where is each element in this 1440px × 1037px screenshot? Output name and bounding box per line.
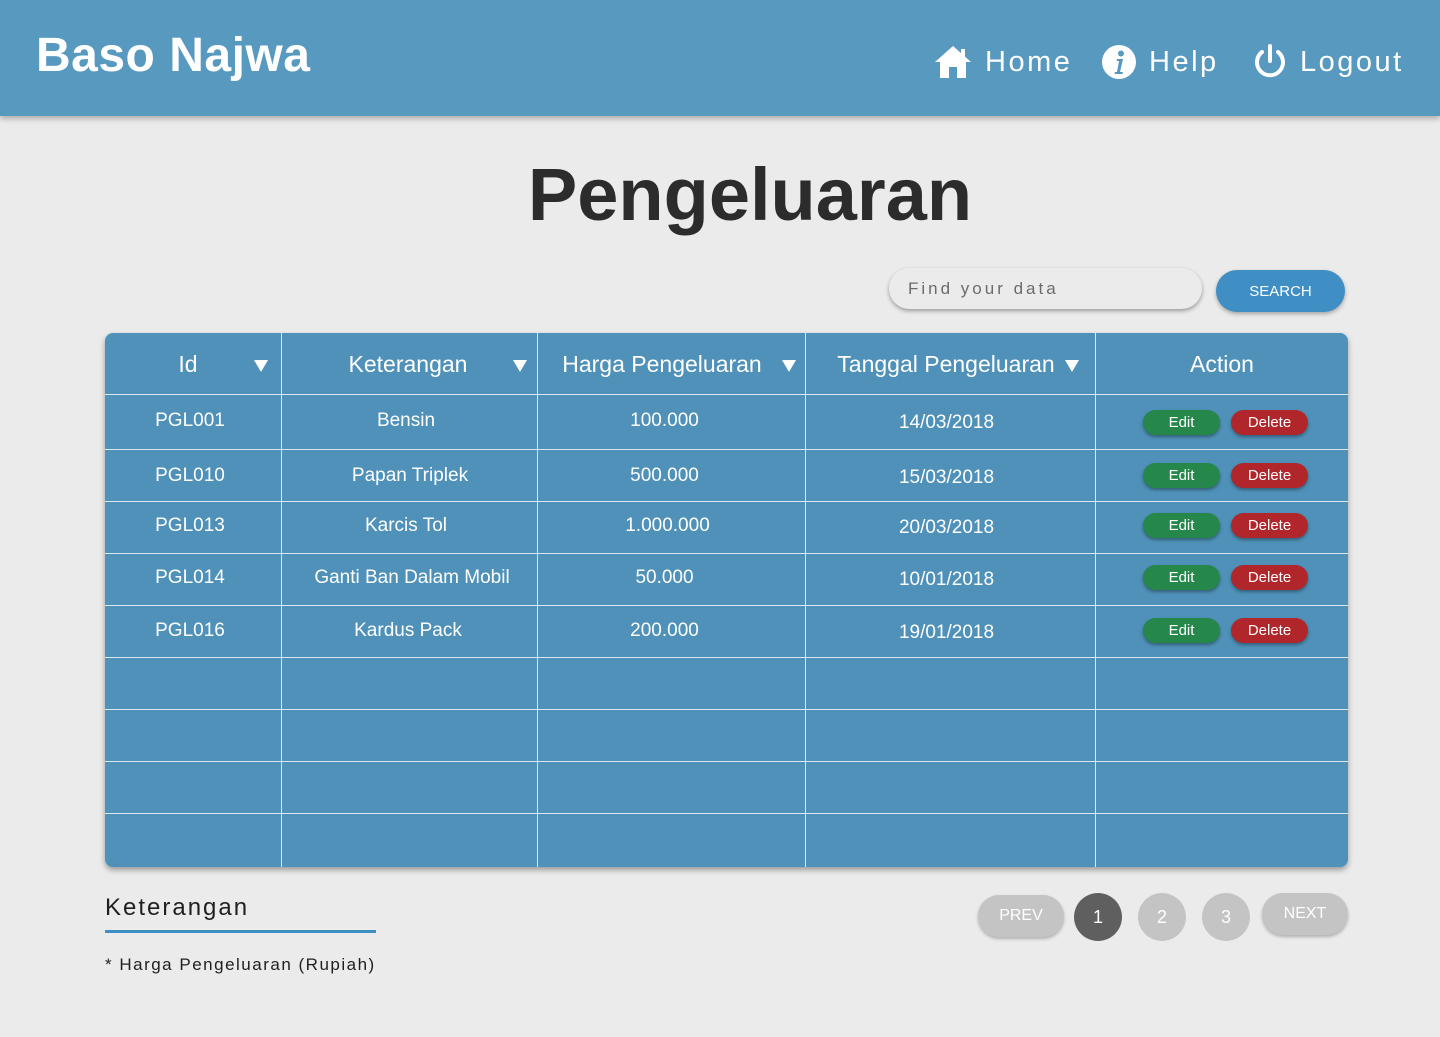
- delete-button[interactable]: Delete: [1231, 410, 1308, 435]
- cell-tanggal: 10/01/2018: [898, 569, 995, 590]
- edit-button[interactable]: Edit: [1143, 513, 1220, 538]
- nav-logout[interactable]: Logout: [1252, 40, 1404, 84]
- nav-help-label: Help: [1149, 45, 1219, 78]
- edit-button[interactable]: Edit: [1143, 463, 1220, 488]
- row-divider: [105, 813, 1348, 814]
- cell-id: PGL010: [155, 465, 225, 486]
- row-divider: [105, 657, 1348, 658]
- top-navbar: Baso Najwa Home Help Logout: [0, 0, 1440, 116]
- cell-harga: 50.000: [635, 567, 694, 588]
- delete-button[interactable]: Delete: [1231, 618, 1308, 643]
- nav-home[interactable]: Home: [933, 40, 1072, 84]
- row-divider: [105, 709, 1348, 710]
- column-header-harga[interactable]: Harga Pengeluaran: [538, 333, 786, 395]
- column-divider: [1095, 333, 1096, 867]
- cell-id: PGL014: [155, 567, 225, 588]
- legend-note: * Harga Pengeluaran (Rupiah): [105, 955, 376, 974]
- column-header-keterangan[interactable]: Keterangan: [281, 333, 535, 395]
- cell-harga: 200.000: [630, 620, 699, 641]
- expense-table: Id Keterangan Harga Pengeluaran Tanggal …: [105, 333, 1348, 867]
- sort-arrow-icon[interactable]: [782, 360, 796, 372]
- page-2-button[interactable]: 2: [1138, 893, 1186, 941]
- cell-id: PGL001: [155, 410, 225, 431]
- search-button[interactable]: SEARCH: [1216, 270, 1345, 312]
- page-title: Pengeluaran: [527, 153, 973, 236]
- nav-home-label: Home: [985, 45, 1073, 78]
- row-divider: [105, 761, 1348, 762]
- power-icon: [1252, 43, 1288, 81]
- cell-keterangan: Papan Triplek: [351, 465, 469, 486]
- sort-arrow-icon[interactable]: [513, 360, 527, 372]
- prev-page-button[interactable]: PREV: [978, 895, 1064, 937]
- delete-button[interactable]: Delete: [1231, 463, 1308, 488]
- nav-help[interactable]: Help: [1101, 40, 1219, 84]
- column-header-id[interactable]: Id: [105, 333, 271, 395]
- sort-arrow-icon[interactable]: [254, 360, 268, 372]
- page-1-button[interactable]: 1: [1074, 893, 1122, 941]
- home-icon: [933, 44, 973, 80]
- cell-tanggal: 19/01/2018: [898, 622, 995, 643]
- edit-button[interactable]: Edit: [1143, 565, 1220, 590]
- cell-harga: 500.000: [630, 465, 699, 486]
- next-page-button[interactable]: NEXT: [1262, 893, 1348, 935]
- delete-button[interactable]: Delete: [1231, 513, 1308, 538]
- cell-keterangan: Kardus Pack: [354, 620, 462, 641]
- nav-logout-label: Logout: [1300, 45, 1404, 78]
- cell-harga: 1.000.000: [625, 515, 710, 536]
- cell-tanggal: 20/03/2018: [898, 517, 995, 538]
- legend-title: Keterangan: [105, 894, 250, 921]
- sort-arrow-icon[interactable]: [1065, 360, 1079, 372]
- cell-keterangan: Ganti Ban Dalam Mobil: [314, 567, 510, 588]
- info-icon: [1101, 44, 1137, 80]
- column-header-action: Action: [1190, 350, 1254, 377]
- cell-id: PGL016: [155, 620, 225, 641]
- cell-id: PGL013: [155, 515, 225, 536]
- search-input[interactable]: [889, 268, 1202, 309]
- cell-harga: 100.000: [630, 410, 699, 431]
- column-header-tanggal[interactable]: Tanggal Pengeluaran: [806, 333, 1086, 395]
- edit-button[interactable]: Edit: [1143, 410, 1220, 435]
- edit-button[interactable]: Edit: [1143, 618, 1220, 643]
- cell-keterangan: Bensin: [376, 410, 436, 431]
- cell-tanggal: 15/03/2018: [898, 467, 995, 488]
- cell-tanggal: 14/03/2018: [898, 412, 995, 433]
- page-3-button[interactable]: 3: [1202, 893, 1250, 941]
- cell-keterangan: Karcis Tol: [364, 515, 447, 536]
- brand-title[interactable]: Baso Najwa: [36, 28, 310, 83]
- delete-button[interactable]: Delete: [1231, 565, 1308, 590]
- legend-underline: [105, 930, 376, 933]
